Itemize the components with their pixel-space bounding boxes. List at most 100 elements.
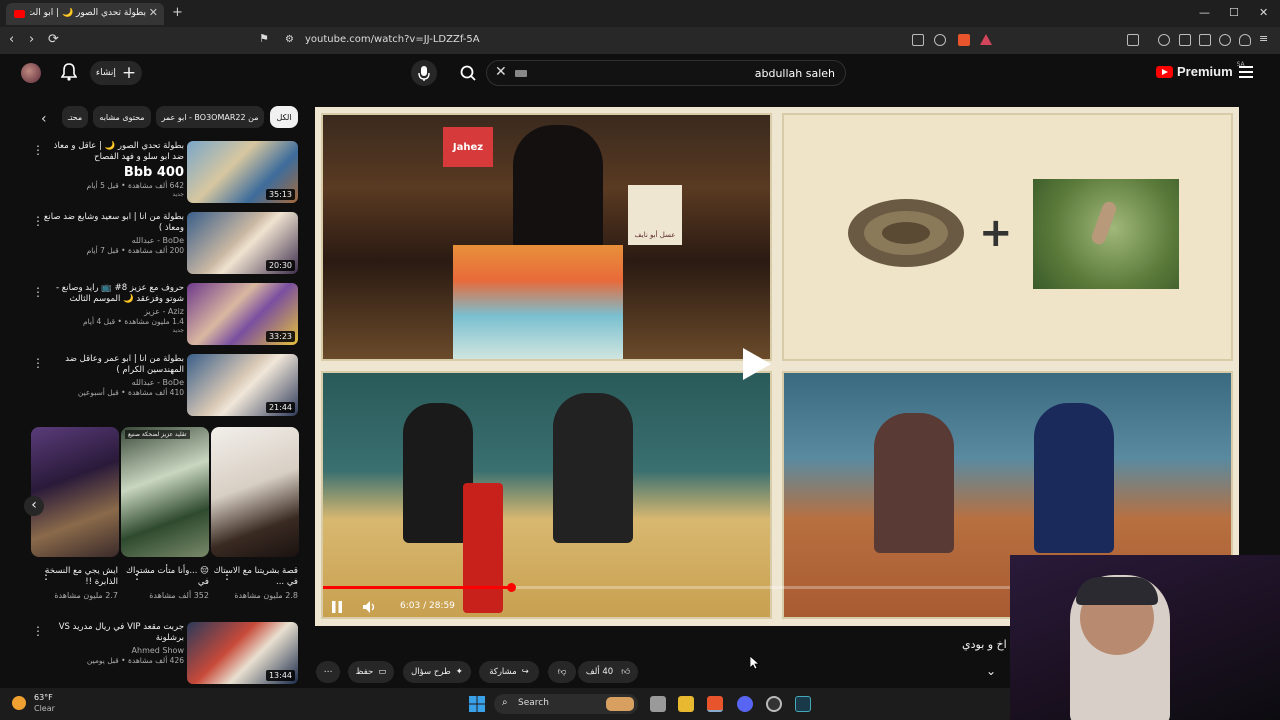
chip-similar[interactable]: محتوى مشابه xyxy=(93,106,151,128)
search-highlight-icon xyxy=(606,697,634,711)
more-options-icon[interactable]: ⋮ xyxy=(131,568,143,582)
short-thumbnail[interactable] xyxy=(211,427,299,557)
brave-browser-icon[interactable] xyxy=(707,696,723,712)
site-info-icon[interactable]: ⚙ xyxy=(285,34,294,45)
create-button[interactable]: إنشاء + xyxy=(90,61,142,85)
play-overlay-icon[interactable] xyxy=(735,344,775,384)
video-thumbnail[interactable]: 13:44 xyxy=(187,622,298,684)
browser-toolbar: ‹ › ⟳ ⚑ ⚙ youtube.com/watch?v=JJ-LDZZf-5… xyxy=(0,27,1280,54)
list-item[interactable]: 20:30 بطولة من انا | ابو سعيد وشايع ضد ص… xyxy=(20,212,300,278)
more-options-icon[interactable]: ⋮ xyxy=(32,624,44,638)
time-display: 6:03 / 28:59 xyxy=(400,601,455,611)
video-thumbnail[interactable]: 35:13 xyxy=(187,141,298,203)
discord-icon[interactable] xyxy=(737,696,753,712)
caterpillar-shape xyxy=(1089,199,1119,247)
chip-from-channel[interactable]: من BO3OMAR22 - ابو عمر xyxy=(156,106,264,128)
short-thumbnail[interactable]: تقليد عزيز لضحكة صنيع xyxy=(121,427,209,557)
ask-button[interactable]: ✦ طرح سؤال xyxy=(403,661,471,683)
list-item[interactable]: 13:44 جربت مقعد VIP في ريال مدريد VS برش… xyxy=(20,622,300,688)
maximize-button[interactable]: ☐ xyxy=(1229,6,1239,19)
chip-more[interactable]: محتـ xyxy=(62,106,88,128)
sidebar-icon[interactable] xyxy=(1127,34,1139,46)
avatar[interactable] xyxy=(21,63,41,83)
video-player[interactable]: Jahez عسل أبو نايف + xyxy=(315,107,1239,626)
video-info: بطولة تحدي الصور 🌙 | عاقل و معاذ ضد ابو … xyxy=(42,141,184,198)
obs-icon[interactable] xyxy=(766,696,782,712)
browser-tab[interactable]: بطولة تحدي الصور 🌙 | أبو الت... ✕ xyxy=(6,3,164,25)
youtube-premium-logo[interactable]: Premium SA xyxy=(1156,61,1245,79)
shorts-prev-button[interactable]: ‹ xyxy=(24,496,44,516)
search-input[interactable]: ✕ abdullah saleh xyxy=(486,60,846,86)
create-label: إنشاء xyxy=(95,68,116,78)
tab-title: بطولة تحدي الصور 🌙 | أبو الت... xyxy=(30,8,146,18)
brave-shield-icon[interactable] xyxy=(958,34,970,46)
video-title: جربت مقعد VIP في ريال مدريد VS برشلونة xyxy=(58,622,184,643)
guide-menu-icon[interactable] xyxy=(1239,66,1253,78)
list-item[interactable]: 35:13 بطولة تحدي الصور 🌙 | عاقل و معاذ ض… xyxy=(20,141,300,207)
forward-icon[interactable]: › xyxy=(29,32,34,47)
video-meta: 1.4 مليون مشاهدة • قبل 4 أيام xyxy=(82,317,184,326)
browser-tab-bar: بطولة تحدي الصور 🌙 | أبو الت... ✕ + — ☐ … xyxy=(0,0,1280,27)
url-field[interactable]: youtube.com/watch?v=JJ-LDZZf-5A xyxy=(305,34,480,45)
dislike-button[interactable]: 👎︎ xyxy=(548,661,576,683)
keyboard-icon[interactable] xyxy=(515,70,527,77)
video-thumbnail[interactable]: 20:30 xyxy=(187,212,298,274)
search-button[interactable] xyxy=(454,60,482,86)
minimize-button[interactable]: — xyxy=(1199,6,1210,19)
more-options-icon[interactable]: ⋮ xyxy=(32,214,44,228)
save-button[interactable]: ▭ حفظ xyxy=(348,661,394,683)
red-chair xyxy=(463,483,503,613)
chevron-down-icon[interactable]: ⌄ xyxy=(986,664,996,678)
more-options-icon[interactable]: ⋮ xyxy=(32,143,44,157)
more-options-icon[interactable]: ⋮ xyxy=(221,568,233,582)
like-button[interactable]: 👍︎ 40 ألف xyxy=(578,661,638,683)
chip-all[interactable]: الكل xyxy=(270,106,298,128)
more-options-icon[interactable]: ⋮ xyxy=(32,285,44,299)
short-thumbnail[interactable] xyxy=(31,427,119,557)
taskbar-search-label: Search xyxy=(518,698,549,708)
close-window-button[interactable]: ✕ xyxy=(1259,6,1268,19)
leo-icon[interactable] xyxy=(1239,34,1251,46)
new-tab-button[interactable]: + xyxy=(172,5,183,20)
tab-close-icon[interactable]: ✕ xyxy=(149,6,158,19)
volume-icon[interactable] xyxy=(362,600,378,614)
share-button[interactable]: ↪ مشاركة xyxy=(479,661,539,683)
cast-icon[interactable] xyxy=(912,34,924,46)
more-actions-button[interactable]: ⋯ xyxy=(316,661,340,683)
voice-search-button[interactable] xyxy=(411,60,437,86)
vpn-icon[interactable] xyxy=(1219,34,1231,46)
share-icon[interactable] xyxy=(934,34,946,46)
reload-icon[interactable]: ⟳ xyxy=(48,32,59,47)
list-item[interactable]: 33:23 حروف مع عزيز 8# 📺 رايد وصانع - شوت… xyxy=(20,283,300,349)
video-thumbnail[interactable]: 33:23 xyxy=(187,283,298,345)
notifications-bell-icon[interactable] xyxy=(61,63,77,81)
more-options-icon[interactable]: ⋮ xyxy=(32,356,44,370)
app-icon[interactable] xyxy=(795,696,811,712)
list-item[interactable]: 21:44 بطولة من انا | ابو عمر وعاقل ضد ال… xyxy=(20,354,300,420)
short-views: 352 ألف مشاهدة xyxy=(149,591,209,600)
taskbar-search[interactable]: ⌕ Search xyxy=(494,694,638,714)
video-meta: 642 ألف مشاهدة • قبل 5 أيام xyxy=(86,181,184,190)
video-title: اخ و بودي xyxy=(962,638,1007,651)
windows-start-icon[interactable] xyxy=(469,696,485,712)
channel-name: Aziz - عزيز xyxy=(144,307,184,316)
clear-search-icon[interactable]: ✕ xyxy=(495,64,507,80)
mouse-cursor-icon xyxy=(750,656,760,670)
short-views: 2.7 مليون مشاهدة xyxy=(54,591,118,600)
snake-image-icon xyxy=(848,199,964,267)
music-icon[interactable] xyxy=(1158,34,1170,46)
search-query: abdullah saleh xyxy=(754,67,835,80)
more-options-icon[interactable]: ⋮ xyxy=(40,568,52,582)
bookmark-icon[interactable]: ⚑ xyxy=(259,32,269,45)
video-thumbnail[interactable]: 21:44 xyxy=(187,354,298,416)
share-label: مشاركة xyxy=(489,667,517,677)
task-view-icon[interactable] xyxy=(650,696,666,712)
wallet-icon[interactable] xyxy=(1199,34,1211,46)
temperature: 63°F xyxy=(34,693,53,702)
file-explorer-icon[interactable] xyxy=(678,696,694,712)
reader-icon[interactable] xyxy=(1179,34,1191,46)
browser-menu-icon[interactable]: ≡ xyxy=(1259,32,1268,45)
pause-icon[interactable] xyxy=(330,600,344,614)
back-icon[interactable]: ‹ xyxy=(9,32,14,47)
rewards-icon[interactable] xyxy=(980,34,992,45)
